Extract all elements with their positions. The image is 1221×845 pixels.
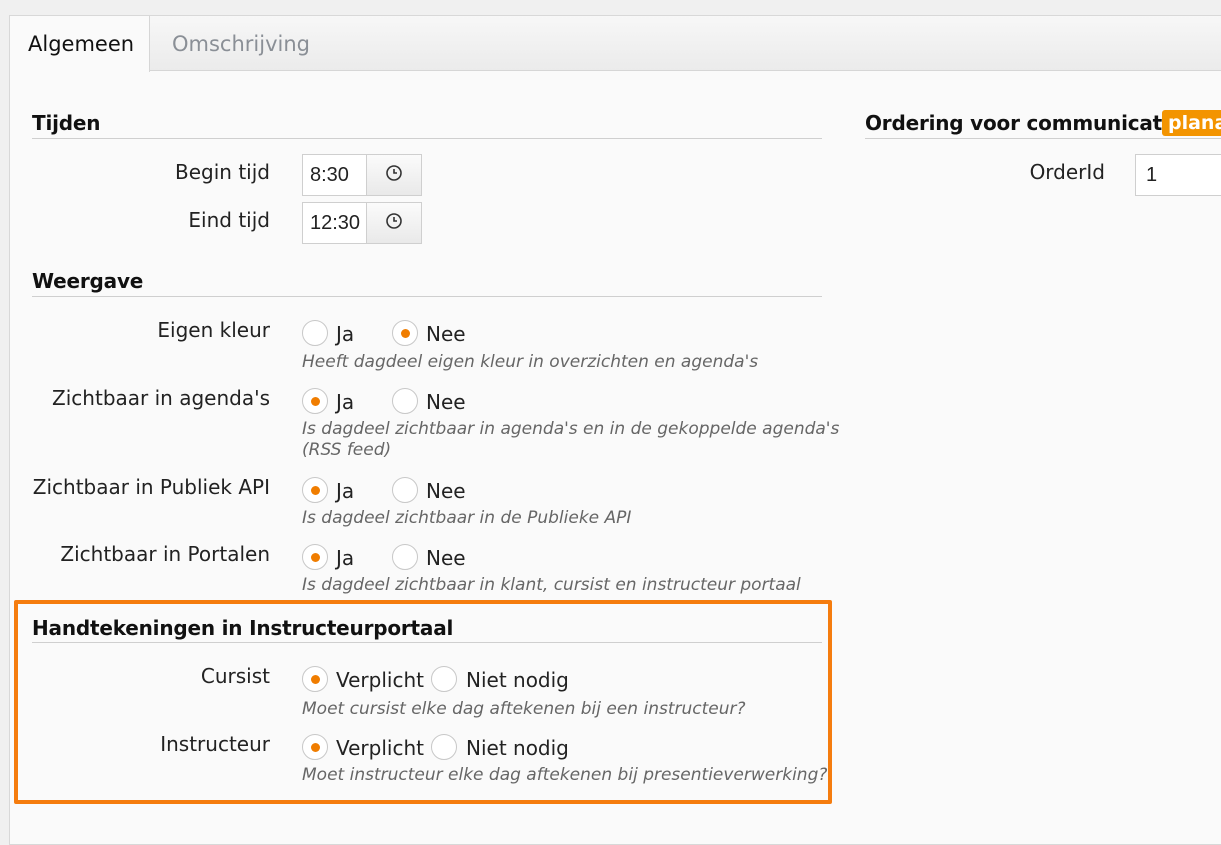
zichtbaar-api-nee-radio[interactable]: [392, 477, 418, 503]
zichtbaar-portalen-hint: Is dagdeel zichtbaar in klant, cursist e…: [302, 575, 801, 595]
planac-badge: planac: [1162, 110, 1221, 136]
section-divider: [32, 642, 822, 643]
clock-icon: [385, 164, 403, 186]
instructeur-verplicht-label[interactable]: Verplicht: [336, 736, 424, 760]
zichtbaar-agendas-ja-label[interactable]: Ja: [336, 390, 354, 414]
instructeur-niet-nodig-label[interactable]: Niet nodig: [466, 736, 569, 760]
cursist-niet-nodig-radio[interactable]: [431, 666, 457, 692]
instructeur-hint: Moet instructeur elke dag aftekenen bij …: [302, 765, 828, 785]
cursist-hint: Moet cursist elke dag aftekenen bij een …: [302, 699, 746, 719]
zichtbaar-agendas-label: Zichtbaar in agenda's: [52, 386, 270, 410]
zichtbaar-portalen-ja-label[interactable]: Ja: [336, 546, 354, 570]
instructeur-label: Instructeur: [160, 732, 270, 756]
clock-icon: [385, 212, 403, 234]
tab-bar: Algemeen Omschrijving: [10, 16, 1221, 72]
section-divider: [32, 296, 822, 297]
zichtbaar-agendas-hint: Is dagdeel zichtbaar in agenda's en in d…: [302, 419, 840, 439]
zichtbaar-api-nee-label[interactable]: Nee: [426, 479, 466, 503]
zichtbaar-agendas-nee-label[interactable]: Nee: [426, 390, 466, 414]
eigen-kleur-nee-radio[interactable]: [392, 320, 418, 346]
section-title-weergave: Weergave: [32, 269, 144, 293]
cursist-verplicht-label[interactable]: Verplicht: [336, 668, 424, 692]
zichtbaar-portalen-ja-radio[interactable]: [302, 544, 328, 570]
section-title-tijden: Tijden: [32, 111, 101, 135]
eind-tijd-input[interactable]: 12:30: [303, 203, 366, 243]
zichtbaar-api-ja-label[interactable]: Ja: [336, 479, 354, 503]
cursist-verplicht-radio[interactable]: [302, 666, 328, 692]
begin-tijd-input[interactable]: 8:30: [303, 155, 366, 195]
eigen-kleur-nee-label[interactable]: Nee: [426, 322, 466, 346]
begin-tijd-clock-button[interactable]: [366, 155, 421, 195]
orderid-input[interactable]: 1: [1135, 154, 1221, 196]
section-divider: [32, 138, 822, 139]
zichtbaar-agendas-hint-cont: (RSS feed): [302, 440, 392, 460]
eigen-kleur-ja-radio[interactable]: [302, 320, 328, 346]
section-divider: [865, 138, 1221, 139]
section-title-ordering: Ordering voor communicatie: [865, 111, 1183, 135]
zichtbaar-portalen-nee-radio[interactable]: [392, 544, 418, 570]
zichtbaar-api-hint: Is dagdeel zichtbaar in de Publieke API: [302, 508, 632, 528]
eind-tijd-clock-button[interactable]: [366, 203, 421, 243]
section-title-handtekeningen: Handtekeningen in Instructeurportaal: [32, 616, 454, 640]
zichtbaar-agendas-nee-radio[interactable]: [392, 388, 418, 414]
zichtbaar-api-label: Zichtbaar in Publiek API: [32, 475, 270, 499]
eigen-kleur-label: Eigen kleur: [157, 318, 270, 342]
zichtbaar-portalen-label: Zichtbaar in Portalen: [60, 542, 270, 566]
zichtbaar-portalen-nee-label[interactable]: Nee: [426, 546, 466, 570]
orderid-label: OrderId: [1029, 160, 1105, 184]
begin-tijd-picker: 8:30: [302, 154, 422, 196]
instructeur-niet-nodig-radio[interactable]: [431, 734, 457, 760]
zichtbaar-agendas-ja-radio[interactable]: [302, 388, 328, 414]
eind-tijd-label: Eind tijd: [188, 208, 270, 232]
zichtbaar-api-ja-radio[interactable]: [302, 477, 328, 503]
cursist-label: Cursist: [200, 664, 270, 688]
tab-algemeen[interactable]: Algemeen: [10, 16, 150, 72]
tab-omschrijving[interactable]: Omschrijving: [154, 16, 328, 71]
eigen-kleur-hint: Heeft dagdeel eigen kleur in overzichten…: [302, 352, 759, 372]
begin-tijd-label: Begin tijd: [175, 160, 270, 184]
instructeur-verplicht-radio[interactable]: [302, 734, 328, 760]
eind-tijd-picker: 12:30: [302, 202, 422, 244]
cursist-niet-nodig-label[interactable]: Niet nodig: [466, 668, 569, 692]
eigen-kleur-ja-label[interactable]: Ja: [336, 322, 354, 346]
